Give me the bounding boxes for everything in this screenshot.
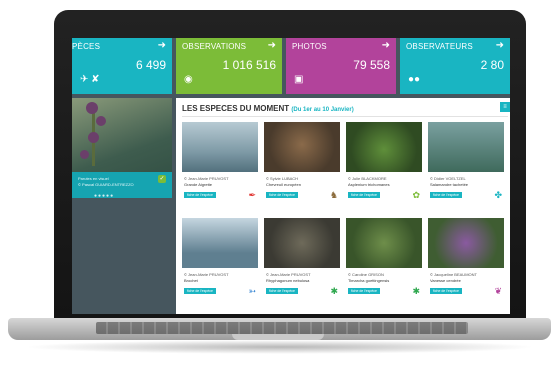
featured-caption-title: Parutes en visuel bbox=[78, 176, 109, 181]
section-more-button[interactable]: ≡ bbox=[500, 102, 510, 112]
species-photo[interactable] bbox=[428, 122, 504, 172]
fish-icon: ➳ bbox=[248, 286, 256, 296]
card-author: © Caroline GRISON bbox=[348, 272, 384, 277]
card-species: Chevreuil européen bbox=[266, 182, 301, 187]
feather-icon: ✒ bbox=[248, 190, 256, 200]
plant-bud bbox=[86, 102, 98, 114]
screen: PÈCES ➜ 6 499 ✈ ✘ OBSERVATIONS ➜ 1 016 5… bbox=[72, 38, 510, 314]
carousel-dots[interactable]: ●●●●● bbox=[94, 193, 114, 199]
tile-observations[interactable]: OBSERVATIONS ➜ 1 016 516 ◉ bbox=[176, 38, 282, 94]
section-date: (Du 1er au 10 Janvier) bbox=[291, 107, 354, 113]
laptop-keyboard bbox=[96, 322, 468, 334]
card-species: Timarcha goettingensis bbox=[348, 278, 390, 283]
stat-tiles: PÈCES ➜ 6 499 ✈ ✘ OBSERVATIONS ➜ 1 016 5… bbox=[72, 38, 510, 94]
species-sheet-button[interactable]: fiche de l'espèce bbox=[348, 192, 380, 198]
species-photo[interactable] bbox=[182, 218, 258, 268]
butterfly-icon: ❦ bbox=[494, 286, 502, 296]
plant-bud bbox=[80, 150, 89, 159]
plant-bud bbox=[88, 132, 99, 143]
tile-observations-label: OBSERVATIONS bbox=[182, 42, 247, 51]
species-sheet-button[interactable]: fiche de l'espèce bbox=[266, 288, 298, 294]
users-icon: ●● bbox=[408, 74, 421, 85]
species-card[interactable]: © Jean-Marie PRUVOST Grande Aigrette fic… bbox=[182, 122, 258, 212]
card-author: © Didier VOELTZEL bbox=[430, 176, 466, 181]
section-title-text: LES ESPECES DU MOMENT bbox=[182, 104, 290, 113]
species-sheet-button[interactable]: fiche de l'espèce bbox=[184, 288, 216, 294]
species-sheet-button[interactable]: fiche de l'espèce bbox=[348, 288, 380, 294]
species-card[interactable]: © Didier VOELTZEL Salamandre tachetée fi… bbox=[428, 122, 504, 212]
insect-icon: ✱ bbox=[412, 286, 420, 296]
species-sheet-button[interactable]: fiche de l'espèce bbox=[430, 288, 462, 294]
species-photo[interactable] bbox=[264, 218, 340, 268]
card-species: Rhyphagonum nebulosa bbox=[266, 278, 310, 283]
card-species: Salamandre tachetée bbox=[430, 182, 469, 187]
mammal-icon: ♞ bbox=[329, 190, 338, 200]
main-panel: LES ESPECES DU MOMENT (Du 1er au 10 Janv… bbox=[176, 98, 510, 314]
featured-caption-author: © Pascal GUIARD-ENTREZZO bbox=[78, 182, 134, 187]
card-species: Vanesse cendrée bbox=[430, 278, 461, 283]
card-author: © Jacqueline BEAUMONT bbox=[430, 272, 477, 277]
card-author: © Jean-Marie PRUVOST bbox=[184, 272, 229, 277]
tile-especes[interactable]: PÈCES ➜ 6 499 ✈ ✘ bbox=[72, 38, 172, 94]
amphibian-icon: ✤ bbox=[494, 190, 502, 200]
species-photo[interactable] bbox=[264, 122, 340, 172]
laptop-shadow bbox=[24, 340, 536, 354]
tile-observateurs-value: 2 80 bbox=[480, 58, 504, 72]
tile-observations-value: 1 016 516 bbox=[222, 58, 276, 72]
species-card[interactable]: © Jean-Marie PRUVOST Rhyphagonum nebulos… bbox=[264, 218, 340, 308]
check-icon: ✓ bbox=[158, 175, 166, 183]
section-title: LES ESPECES DU MOMENT (Du 1er au 10 Janv… bbox=[182, 104, 354, 113]
bird-icon: ✈ ✘ bbox=[80, 74, 100, 85]
tile-observateurs-label: OBSERVATEURS bbox=[406, 42, 473, 51]
species-sheet-button[interactable]: fiche de l'espèce bbox=[430, 192, 462, 198]
species-sheet-button[interactable]: fiche de l'espèce bbox=[266, 192, 298, 198]
arrow-right-icon[interactable]: ➜ bbox=[496, 40, 504, 51]
featured-caption: Parutes en visuel © Pascal GUIARD-ENTREZ… bbox=[72, 172, 172, 198]
species-photo[interactable] bbox=[428, 218, 504, 268]
tile-especes-value: 6 499 bbox=[135, 58, 166, 72]
tile-observateurs[interactable]: OBSERVATEURS ➜ 2 80 ●● bbox=[400, 38, 510, 94]
flower-icon: ✿ bbox=[412, 190, 420, 200]
card-author: © Sylvie LUBACH bbox=[266, 176, 299, 181]
species-card[interactable]: © Jean-Marie PRUVOST Brochet fiche de l'… bbox=[182, 218, 258, 308]
species-photo[interactable] bbox=[346, 122, 422, 172]
plant-bud bbox=[96, 116, 106, 126]
insect-icon: ✱ bbox=[330, 286, 338, 296]
card-species: Brochet bbox=[184, 278, 198, 283]
card-author: © Julie BLACKMORE bbox=[348, 176, 387, 181]
species-sheet-button[interactable]: fiche de l'espèce bbox=[184, 192, 216, 198]
arrow-right-icon[interactable]: ➜ bbox=[268, 40, 276, 51]
species-card[interactable]: © Caroline GRISON Timarcha goettingensis… bbox=[346, 218, 422, 308]
species-photo[interactable] bbox=[182, 122, 258, 172]
camera-icon: ▣ bbox=[294, 74, 304, 85]
eye-icon: ◉ bbox=[184, 74, 193, 85]
card-species: Asplenium trichomanes bbox=[348, 182, 390, 187]
section-divider bbox=[182, 116, 508, 117]
species-card[interactable]: © Julie BLACKMORE Asplenium trichomanes … bbox=[346, 122, 422, 212]
tile-photos[interactable]: PHOTOS ➜ 79 558 ▣ bbox=[286, 38, 396, 94]
card-species: Grande Aigrette bbox=[184, 182, 213, 187]
tile-especes-label: PÈCES bbox=[72, 42, 101, 51]
species-card[interactable]: © Jacqueline BEAUMONT Vanesse cendrée fi… bbox=[428, 218, 504, 308]
tile-photos-value: 79 558 bbox=[353, 58, 390, 72]
card-author: © Jean-Marie PRUVOST bbox=[184, 176, 229, 181]
arrow-right-icon[interactable]: ➜ bbox=[158, 40, 166, 51]
species-photo[interactable] bbox=[346, 218, 422, 268]
arrow-right-icon[interactable]: ➜ bbox=[382, 40, 390, 51]
card-author: © Jean-Marie PRUVOST bbox=[266, 272, 311, 277]
tile-photos-label: PHOTOS bbox=[292, 42, 327, 51]
species-card[interactable]: © Sylvie LUBACH Chevreuil européen fiche… bbox=[264, 122, 340, 212]
